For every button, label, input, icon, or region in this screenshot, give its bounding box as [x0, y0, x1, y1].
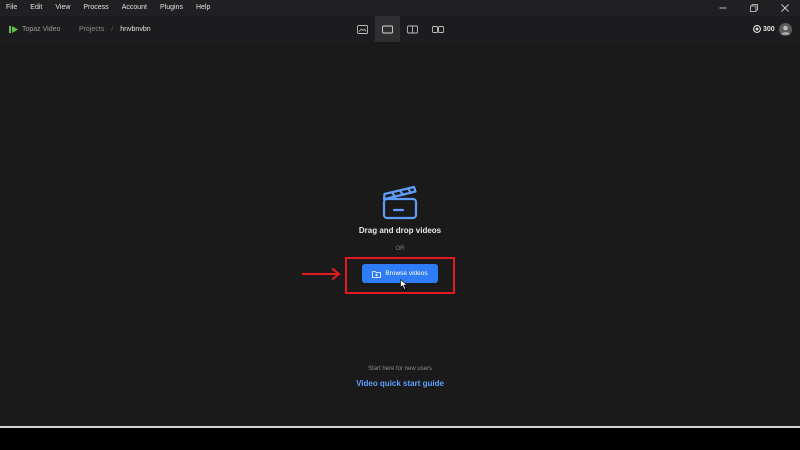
topaz-logo-icon — [9, 25, 18, 33]
menu-view[interactable]: View — [49, 0, 70, 16]
bottom-divider — [0, 426, 800, 428]
breadcrumb-current-project[interactable]: hnvbnvbn — [120, 26, 150, 33]
view-split-button[interactable] — [400, 16, 425, 42]
browse-videos-label: Browse videos — [385, 270, 428, 277]
menu-file[interactable]: File — [0, 0, 17, 16]
restore-icon — [749, 4, 758, 12]
toolbar: Topaz Video Projects / hnvbnvbn 300 — [0, 16, 800, 42]
minimize-button[interactable] — [707, 0, 738, 16]
breadcrumb-projects[interactable]: Projects — [79, 26, 104, 33]
breadcrumb: Projects / hnvbnvbn — [79, 16, 151, 42]
split-view-icon — [407, 25, 418, 33]
menu-help[interactable]: Help — [190, 0, 210, 16]
brand-name: Topaz Video — [22, 25, 61, 33]
quick-start-guide-link[interactable]: Video quick start guide — [300, 379, 500, 388]
side-by-side-icon — [431, 25, 444, 33]
view-side-by-side-button[interactable] — [425, 16, 450, 42]
clapperboard-icon — [382, 185, 418, 220]
credits-count: 300 — [763, 25, 775, 33]
menu-bar: File Edit View Process Account Plugins H… — [0, 0, 800, 16]
single-preview-icon — [357, 24, 368, 34]
menu-plugins[interactable]: Plugins — [154, 0, 183, 16]
menu-account[interactable]: Account — [116, 0, 147, 16]
window-controls — [707, 0, 800, 16]
start-hint-text: Start here for new users — [367, 366, 433, 372]
user-icon — [781, 25, 790, 35]
view-single-preview-button[interactable] — [350, 16, 375, 42]
close-button[interactable] — [769, 0, 800, 16]
menu-edit[interactable]: Edit — [24, 0, 42, 16]
menu-process[interactable]: Process — [77, 0, 108, 16]
annotation-arrow-icon — [302, 267, 341, 281]
restore-button[interactable] — [738, 0, 769, 16]
folder-plus-icon — [372, 270, 382, 278]
user-avatar[interactable] — [779, 23, 792, 36]
or-divider: OR — [395, 246, 405, 252]
breadcrumb-separator: / — [111, 25, 114, 33]
minimize-icon — [719, 7, 726, 9]
drop-zone-title: Drag and drop videos — [358, 226, 442, 235]
view-full-frame-button[interactable] — [375, 16, 400, 42]
full-frame-icon — [382, 25, 393, 33]
brand: Topaz Video — [9, 16, 60, 42]
mouse-cursor-icon — [400, 279, 408, 290]
view-mode-group — [350, 16, 450, 42]
close-icon — [780, 4, 789, 12]
app-window: File Edit View Process Account Plugins H… — [0, 0, 800, 426]
credits-display[interactable]: 300 — [753, 16, 775, 42]
credits-coin-icon — [753, 25, 761, 33]
